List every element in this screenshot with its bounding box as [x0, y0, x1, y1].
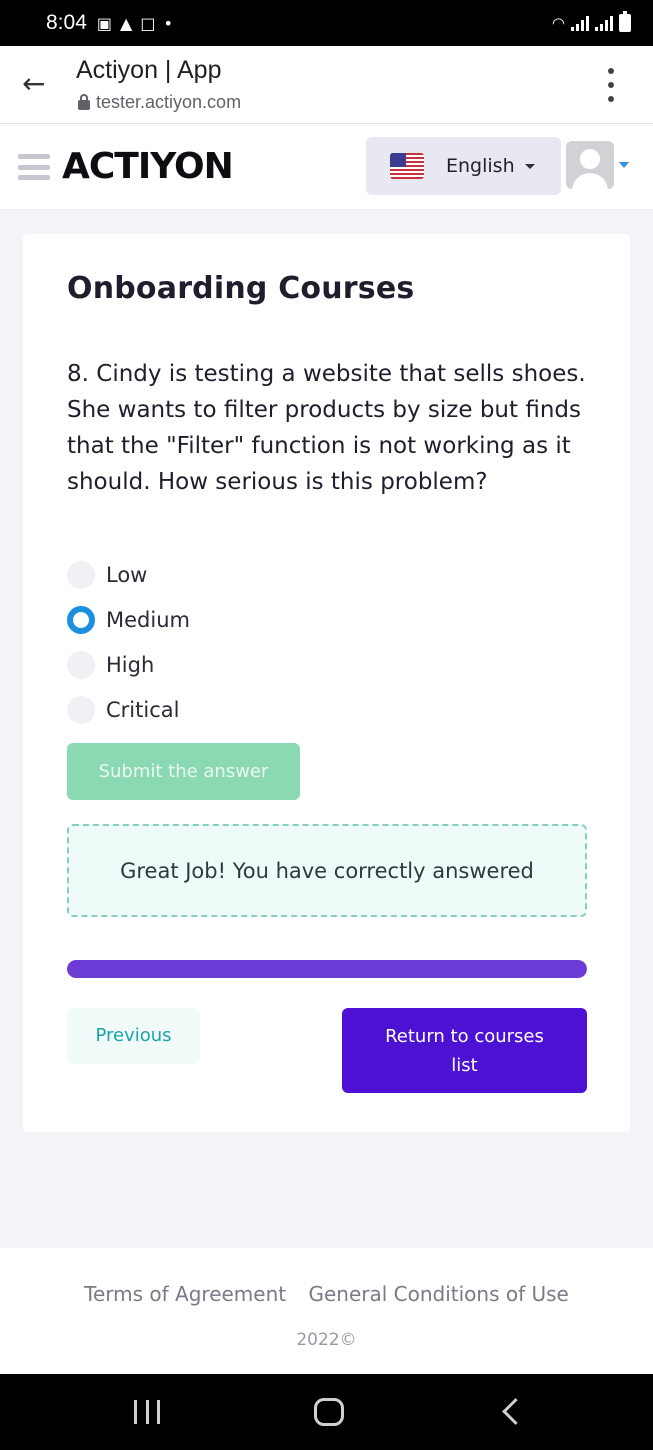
- language-selector[interactable]: English: [366, 137, 561, 195]
- navigation-bar: [0, 1374, 653, 1450]
- option-high[interactable]: High: [67, 642, 190, 687]
- radio-low[interactable]: [67, 560, 95, 589]
- course-card: Onboarding Courses 8. Cindy is testing a…: [23, 234, 630, 1132]
- url-text: tester.actiyon.com: [96, 92, 242, 112]
- page-title: Onboarding Courses: [67, 271, 415, 306]
- progress-bar: [67, 960, 587, 978]
- back-arrow-icon[interactable]: ←: [22, 68, 54, 100]
- return-to-courses-button[interactable]: Return to courses list: [342, 1008, 587, 1093]
- dot-icon: •: [163, 13, 173, 33]
- us-flag-icon: [390, 153, 424, 179]
- lock-icon: [78, 93, 90, 110]
- footer: Terms of Agreement General Conditions of…: [0, 1248, 653, 1374]
- video-icon: □: [140, 13, 156, 33]
- feedback-box: Great Job! You have correctly answered: [67, 824, 587, 917]
- signal-icon: [571, 15, 589, 31]
- wifi-icon: ◠: [551, 14, 565, 32]
- browser-title: Actiyon | App: [76, 56, 222, 84]
- terms-link[interactable]: Terms of Agreement: [84, 1282, 286, 1306]
- radio-medium[interactable]: [67, 605, 95, 634]
- submit-button[interactable]: Submit the answer: [67, 743, 300, 800]
- status-bar: 8:04 ▣ ▲ □ • ◠: [0, 0, 653, 46]
- more-options-icon[interactable]: [604, 68, 618, 102]
- feedback-text: Great Job! You have correctly answered: [120, 858, 534, 883]
- notification-icon: ▲: [120, 13, 133, 33]
- question-text: 8. Cindy is testing a website that sells…: [67, 361, 586, 495]
- option-low[interactable]: Low: [67, 552, 190, 597]
- footer-links: Terms of Agreement General Conditions of…: [0, 1282, 653, 1306]
- hamburger-menu-icon[interactable]: [18, 154, 50, 180]
- status-time: 8:04: [46, 11, 87, 34]
- avatar[interactable]: [566, 141, 614, 189]
- option-critical[interactable]: Critical: [67, 687, 190, 732]
- option-label: High: [106, 652, 155, 677]
- conditions-link[interactable]: General Conditions of Use: [308, 1282, 568, 1306]
- answer-options: Low Medium High Critical: [67, 552, 190, 732]
- option-label: Medium: [106, 607, 190, 632]
- caret-down-icon: [524, 163, 535, 169]
- browser-url[interactable]: tester.actiyon.com: [78, 92, 241, 113]
- option-medium[interactable]: Medium: [67, 597, 190, 642]
- option-label: Critical: [106, 697, 180, 722]
- battery-icon: [619, 11, 631, 32]
- shopping-bag-icon: ▣: [96, 13, 112, 33]
- browser-bar: ← Actiyon | App tester.actiyon.com: [0, 46, 653, 124]
- avatar-caret-icon[interactable]: [619, 162, 629, 168]
- progress-fill: [67, 960, 587, 978]
- previous-button[interactable]: Previous: [67, 1008, 200, 1064]
- radio-high[interactable]: [67, 650, 95, 679]
- radio-critical[interactable]: [67, 695, 95, 724]
- language-label: English: [446, 155, 515, 177]
- logo[interactable]: ACTIYON: [62, 146, 234, 187]
- home-icon[interactable]: [314, 1398, 344, 1426]
- recent-apps-icon[interactable]: [134, 1400, 160, 1424]
- copyright: 2022©: [296, 1330, 357, 1350]
- nav-back-icon[interactable]: [502, 1398, 520, 1426]
- signal-icon-2: [595, 15, 613, 31]
- option-label: Low: [106, 562, 148, 587]
- app-header: ACTIYON English: [0, 124, 653, 210]
